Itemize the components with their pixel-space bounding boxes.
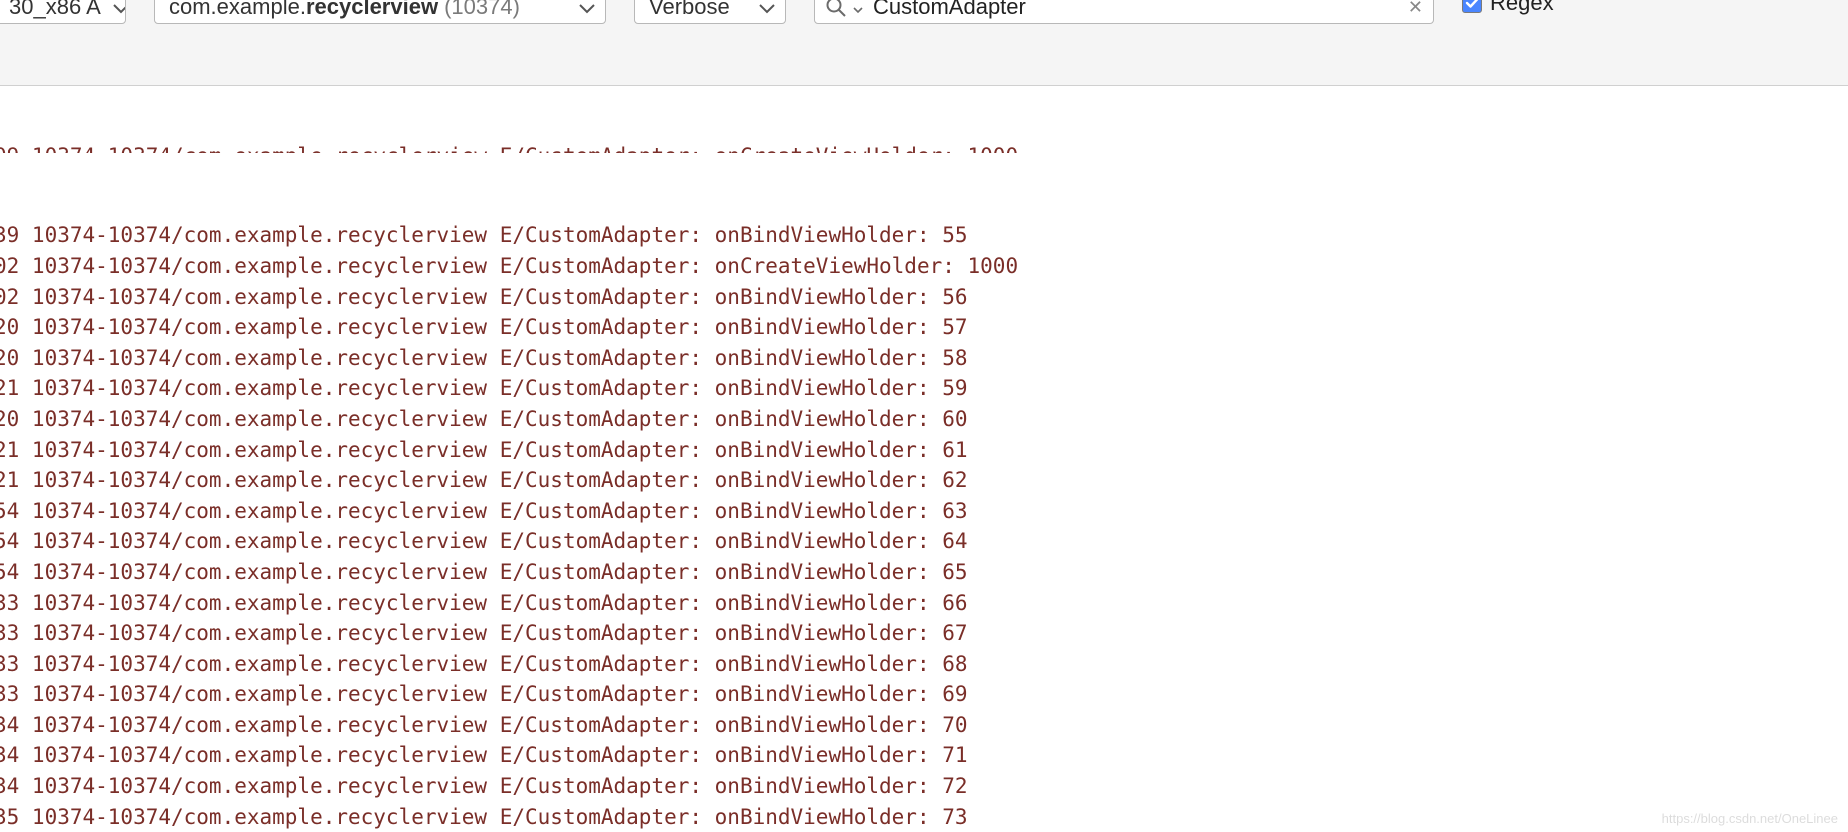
process-dropdown[interactable]: com.example.recyclerview (10374): [154, 0, 606, 24]
search-input[interactable]: CustomAdapter ✕: [814, 0, 1434, 24]
log-line: 34 10374-10374/com.example.recyclerview …: [0, 771, 1848, 802]
chevron-down-icon: [759, 0, 775, 20]
regex-toggle[interactable]: Regex: [1462, 0, 1554, 16]
logcat-toolbar: 30_x86 A com.example.recyclerview (10374…: [0, 0, 1848, 86]
search-history-chevron-icon[interactable]: [853, 0, 863, 20]
log-line: 33 10374-10374/com.example.recyclerview …: [0, 649, 1848, 680]
process-pid: (10374): [444, 0, 520, 20]
log-line: 21 10374-10374/com.example.recyclerview …: [0, 373, 1848, 404]
log-line: 34 10374-10374/com.example.recyclerview …: [0, 740, 1848, 771]
device-label: 30_x86 A: [9, 0, 101, 20]
log-line: 33 10374-10374/com.example.recyclerview …: [0, 618, 1848, 649]
log-line: 34 10374-10374/com.example.recyclerview …: [0, 710, 1848, 741]
log-line: 33 10374-10374/com.example.recyclerview …: [0, 588, 1848, 619]
chevron-down-icon: [579, 0, 595, 20]
log-line: 54 10374-10374/com.example.recyclerview …: [0, 557, 1848, 588]
log-line: 33 10374-10374/com.example.recyclerview …: [0, 679, 1848, 710]
chevron-down-icon: [113, 0, 126, 20]
log-line: 02 10374-10374/com.example.recyclerview …: [0, 251, 1848, 282]
search-text: CustomAdapter: [873, 0, 1408, 20]
process-package-prefix: com.example.: [169, 0, 306, 20]
log-line: 20 10374-10374/com.example.recyclerview …: [0, 312, 1848, 343]
device-dropdown[interactable]: 30_x86 A: [0, 0, 126, 24]
process-package-bold: recyclerview: [306, 0, 438, 20]
log-output[interactable]: 09 10374-10374/com.example.recyclerview …: [0, 86, 1848, 832]
log-line: 54 10374-10374/com.example.recyclerview …: [0, 496, 1848, 527]
regex-label: Regex: [1490, 0, 1554, 16]
log-line: 20 10374-10374/com.example.recyclerview …: [0, 343, 1848, 374]
log-line: 21 10374-10374/com.example.recyclerview …: [0, 465, 1848, 496]
search-icon: [825, 0, 847, 18]
log-line: 21 10374-10374/com.example.recyclerview …: [0, 435, 1848, 466]
log-level-dropdown[interactable]: Verbose: [634, 0, 786, 24]
log-line: 20 10374-10374/com.example.recyclerview …: [0, 404, 1848, 435]
log-line: 39 10374-10374/com.example.recyclerview …: [0, 220, 1848, 251]
watermark: https://blog.csdn.net/OneLinee: [1662, 811, 1838, 826]
log-line: 02 10374-10374/com.example.recyclerview …: [0, 282, 1848, 313]
log-level-label: Verbose: [649, 0, 730, 20]
log-line: 09 10374-10374/com.example.recyclerview …: [0, 141, 1848, 153]
log-line: 35 10374-10374/com.example.recyclerview …: [0, 802, 1848, 832]
regex-checkbox[interactable]: [1462, 0, 1482, 13]
clear-search-icon[interactable]: ✕: [1408, 0, 1423, 18]
log-line: 54 10374-10374/com.example.recyclerview …: [0, 526, 1848, 557]
